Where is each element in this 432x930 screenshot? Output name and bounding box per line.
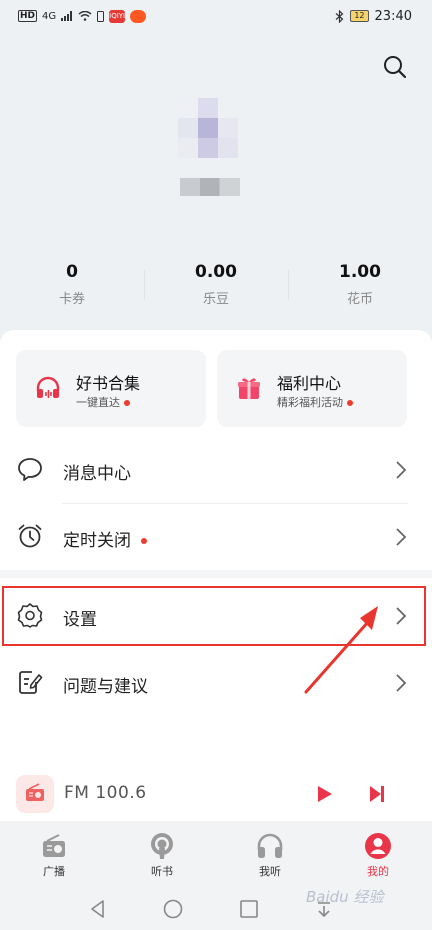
skip-next-icon[interactable]	[366, 783, 388, 805]
card-subtitle: 精彩福利活动	[277, 394, 353, 410]
menu-label: 消息中心	[63, 464, 131, 484]
avatar[interactable]	[178, 98, 240, 160]
tab-my-listening[interactable]: 我听	[216, 821, 324, 887]
alarm-clock-icon	[18, 524, 42, 548]
status-time: 23:40	[374, 8, 412, 24]
stat-label: 卡券	[58, 292, 85, 307]
recents-icon[interactable]	[237, 897, 261, 921]
menu-label: 问题与建议	[63, 677, 148, 697]
stat-value: 1.00	[339, 262, 381, 282]
play-icon[interactable]	[313, 783, 335, 805]
back-icon[interactable]	[86, 897, 110, 921]
bottom-tab-bar: 广播 听书 我听 我的	[0, 821, 432, 887]
signal-icon	[61, 11, 73, 21]
card-book-collection[interactable]: 好书合集 一键直达	[16, 350, 206, 427]
stat-value: 0.00	[195, 262, 237, 282]
card-welfare-center[interactable]: 福利中心 精彩福利活动	[217, 350, 407, 427]
menu-label: 设置	[63, 610, 97, 630]
tab-label: 我的	[367, 865, 389, 878]
sim-icon	[97, 10, 105, 22]
notification-dot	[347, 400, 353, 406]
stats-row: 0 卡券 0.00 乐豆 1.00 花币	[0, 262, 432, 307]
home-icon[interactable]	[161, 897, 185, 921]
card-title: 好书合集	[76, 374, 141, 393]
menu-label: 定时关闭	[63, 526, 147, 551]
tab-label: 听书	[151, 865, 173, 878]
status-right: 12 23:40	[335, 9, 412, 24]
tab-label: 广播	[43, 865, 65, 878]
card-subtitle-text: 精彩福利活动	[277, 396, 343, 409]
status-bar: HD 4G IQIYI 12 23:40	[0, 0, 432, 32]
stat-label: 乐豆	[202, 292, 229, 307]
chevron-right-icon	[396, 607, 407, 625]
gift-icon	[238, 378, 260, 399]
radio-icon	[16, 775, 54, 813]
hd-indicator: HD	[18, 10, 38, 22]
stat-value: 0	[66, 262, 78, 282]
radio-icon	[43, 834, 65, 857]
chat-bubble-icon	[18, 458, 42, 481]
notification-dot	[141, 538, 147, 544]
menu-item-feedback[interactable]: 问题与建议	[0, 650, 432, 716]
battery-icon: 12	[350, 10, 369, 22]
menu-item-message-center[interactable]: 消息中心	[0, 437, 432, 503]
menu-item-timer-off[interactable]: 定时关闭	[0, 504, 432, 570]
chevron-right-icon	[396, 461, 407, 479]
status-left: HD 4G IQIYI	[18, 9, 147, 23]
tab-label: 我听	[259, 865, 281, 878]
nickname	[180, 178, 240, 196]
user-icon	[365, 833, 391, 859]
chevron-right-icon	[396, 528, 407, 546]
bluetooth-icon	[335, 9, 344, 23]
podcast-icon	[151, 833, 173, 859]
notification-dot	[124, 400, 130, 406]
app-notification-icon-2	[130, 9, 147, 23]
stat-ledou[interactable]: 0.00 乐豆	[144, 262, 288, 307]
tab-audiobooks[interactable]: 听书	[108, 821, 216, 887]
section-gap	[0, 570, 432, 578]
wifi-icon	[78, 11, 92, 21]
gear-icon	[17, 603, 43, 628]
signal-label: 4G	[42, 10, 57, 22]
chevron-right-icon	[396, 674, 407, 692]
app-notification-icon: IQIYI	[109, 9, 126, 23]
station-label: FM 100.6	[64, 783, 147, 803]
headphones-icon	[36, 376, 60, 398]
menu-label-text: 定时关闭	[63, 531, 131, 551]
watermark: Baidu 经验	[306, 888, 384, 906]
card-title: 福利中心	[277, 374, 342, 393]
tab-broadcast[interactable]: 广播	[0, 821, 108, 887]
headphones-icon	[257, 833, 283, 858]
card-subtitle: 一键直达	[76, 394, 130, 410]
mini-player[interactable]: FM 100.6	[0, 769, 432, 821]
search-icon[interactable]	[380, 52, 410, 82]
stat-label: 花币	[346, 292, 373, 307]
stat-huabi[interactable]: 1.00 花币	[288, 262, 432, 307]
card-subtitle-text: 一键直达	[76, 396, 120, 409]
menu-item-settings[interactable]: 设置	[0, 583, 432, 649]
tab-mine[interactable]: 我的	[324, 821, 432, 887]
stat-coupons[interactable]: 0 卡券	[0, 262, 144, 307]
feedback-edit-icon	[19, 671, 43, 694]
